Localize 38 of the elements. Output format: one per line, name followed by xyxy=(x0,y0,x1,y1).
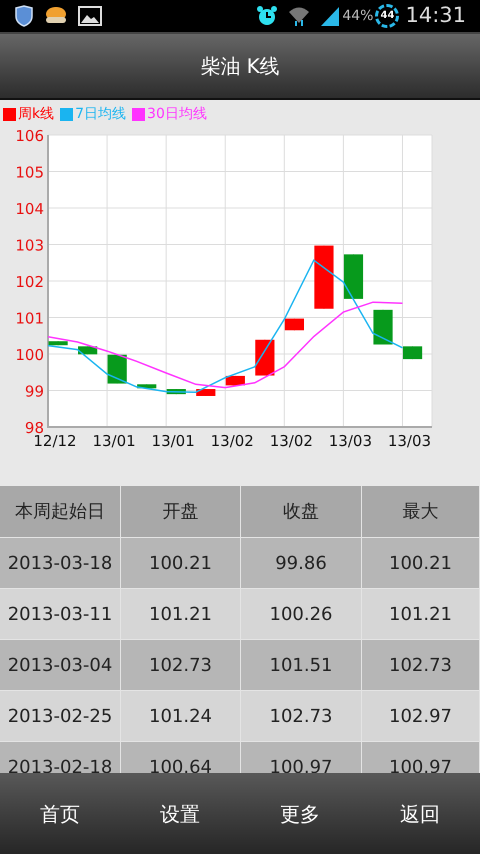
candle xyxy=(166,388,186,395)
y-axis-label: 99 xyxy=(24,382,44,400)
legend-label: 周k线 xyxy=(18,104,54,124)
y-axis-label: 100 xyxy=(15,346,44,364)
nav-button[interactable]: 设置 xyxy=(160,798,200,828)
image-icon xyxy=(78,6,102,26)
x-axis-label: 13/02 xyxy=(270,432,313,450)
candle xyxy=(284,318,304,331)
y-axis-label: 102 xyxy=(15,273,44,291)
y-axis-label: 105 xyxy=(15,164,44,182)
candle xyxy=(137,384,156,389)
x-axis-label: 13/03 xyxy=(388,432,432,450)
shield-icon xyxy=(14,5,34,27)
y-axis-label: 104 xyxy=(15,200,44,218)
clock-time: 14:31 xyxy=(405,2,466,30)
x-axis-label: 13/02 xyxy=(210,432,254,450)
x-axis-label: 13/03 xyxy=(328,432,372,450)
legend-label: 30日均线 xyxy=(147,104,207,124)
food-icon xyxy=(44,6,68,26)
nav-button[interactable]: 首页 xyxy=(40,798,80,828)
candle xyxy=(108,354,127,384)
screen-title: 柴油 K线 xyxy=(200,53,280,80)
signal-icon xyxy=(320,5,340,27)
x-axis-label: 13/01 xyxy=(152,432,195,450)
y-axis-label: 101 xyxy=(15,310,44,328)
candle xyxy=(48,340,68,346)
x-axis-label: 13/01 xyxy=(92,432,136,450)
wifi-icon xyxy=(288,5,310,27)
y-axis-label: 103 xyxy=(15,236,44,254)
battery-percent: 44% xyxy=(342,6,374,26)
nav-button[interactable]: 返回 xyxy=(400,798,440,828)
y-axis-label: 106 xyxy=(15,127,44,145)
candle xyxy=(314,245,334,310)
legend-label: 7日均线 xyxy=(75,104,126,124)
battery-level: 44 xyxy=(380,11,394,21)
nav-button[interactable]: 更多 xyxy=(280,798,320,828)
alarm-clock-icon xyxy=(256,5,278,27)
x-axis-label: 12/12 xyxy=(33,432,77,450)
